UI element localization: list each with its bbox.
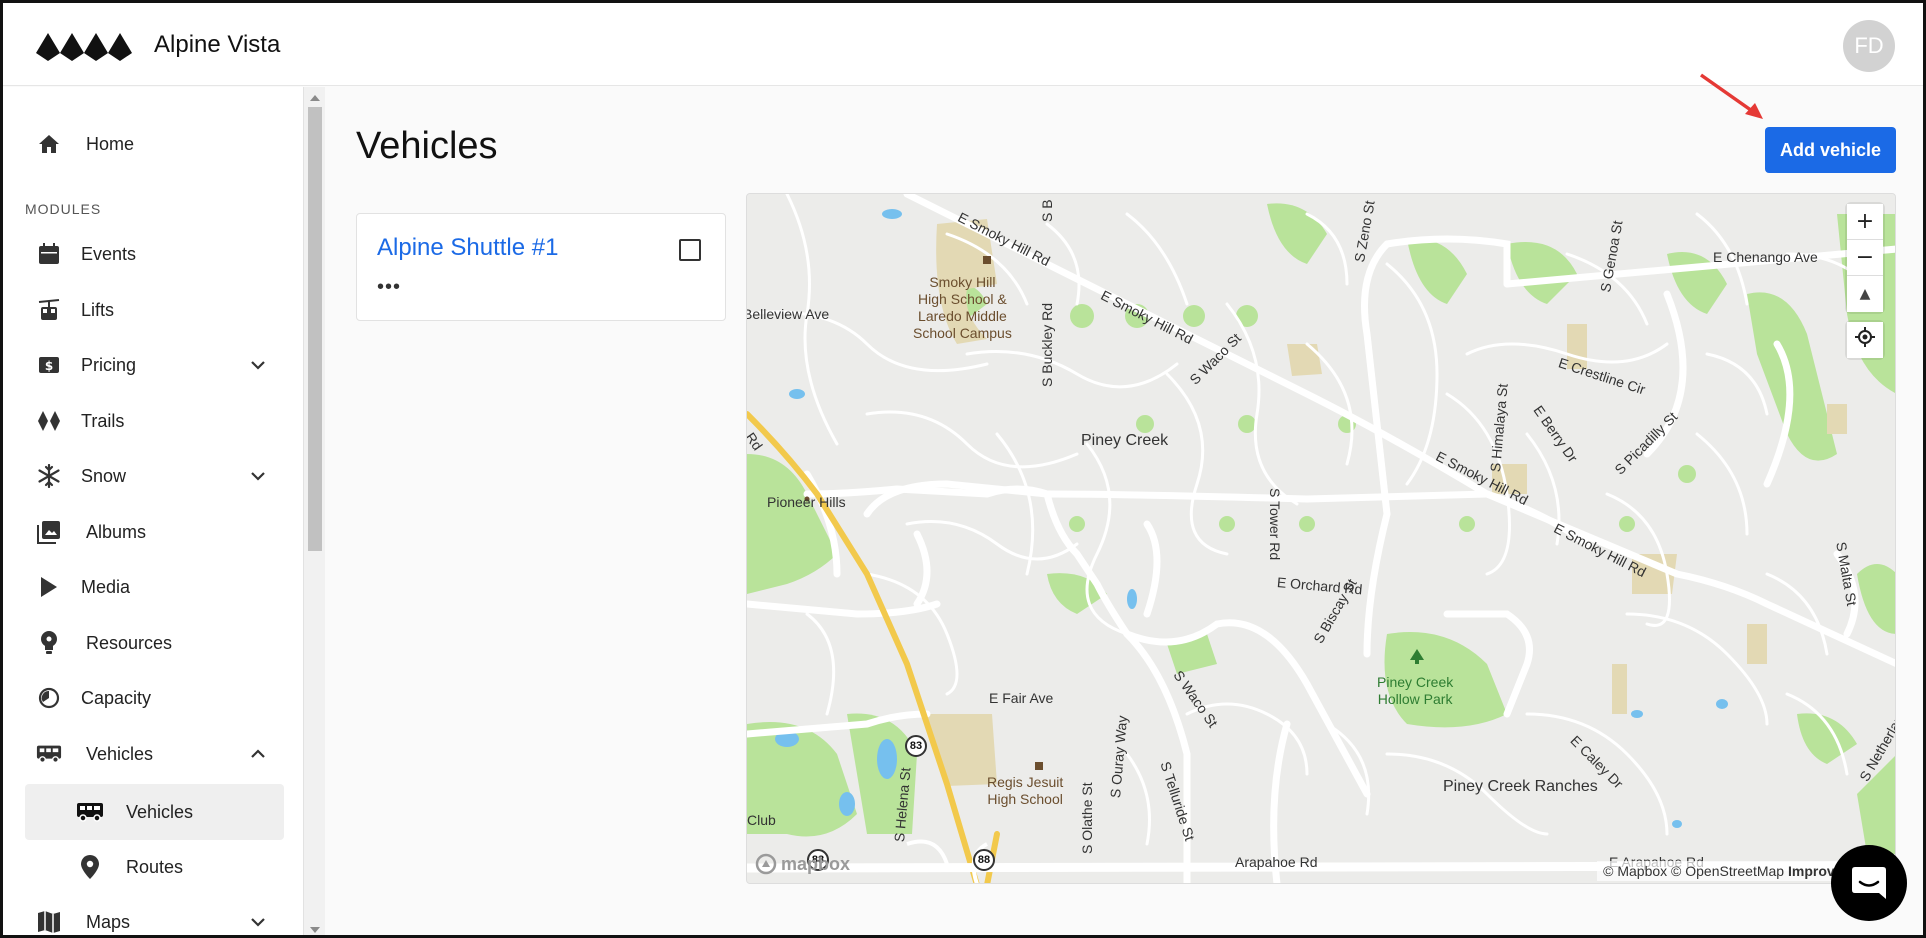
sidebar-item-label: Media <box>81 576 131 597</box>
vehicle-map[interactable]: E Smoky Hill Rd E Smoky Hill Rd E Smoky … <box>746 193 1896 884</box>
map-street-label: E Chenango Ave <box>1713 249 1818 265</box>
map-street-label: Arapahoe Rd <box>1235 854 1318 870</box>
sidebar-item-snow[interactable]: Snow <box>3 449 303 503</box>
annotation-arrow-icon <box>1699 73 1763 119</box>
page-title: Vehicles <box>356 125 498 167</box>
map-street-label: S Olathe St <box>1079 782 1095 854</box>
sidebar-item-label: Pricing <box>81 354 137 375</box>
map-geolocate-control <box>1847 322 1883 358</box>
chevron-down-icon[interactable] <box>249 913 267 931</box>
mapbox-logo[interactable]: mapbox <box>755 853 850 875</box>
map-park-label: Piney Creek Hollow Park <box>1377 674 1454 707</box>
add-vehicle-button[interactable]: Add vehicle <box>1765 127 1896 173</box>
geolocate-button[interactable] <box>1847 322 1883 358</box>
chat-bubble-icon <box>1852 867 1886 899</box>
map-poi-label: Regis Jesuit High School <box>987 774 1064 807</box>
sidebar-item-vehicles[interactable]: Vehicles <box>3 727 303 781</box>
compass-button[interactable]: ▲ <box>1847 276 1883 312</box>
sidebar-item-home[interactable]: Home <box>3 117 303 171</box>
more-options-button[interactable]: ••• <box>377 276 401 299</box>
scroll-up-arrow[interactable] <box>310 95 320 101</box>
map-place-label: Piney Creek Ranches <box>1443 778 1598 795</box>
lightbulb-icon <box>36 630 62 656</box>
sidebar-item-albums[interactable]: Albums <box>3 505 303 559</box>
highway-shield: 88 <box>973 849 995 871</box>
chevron-down-icon[interactable] <box>249 467 267 485</box>
sidebar: Home MODULES Events Lifts $ Pricing Trai… <box>3 87 303 935</box>
svg-text:$: $ <box>45 359 53 373</box>
bus-icon <box>36 741 62 767</box>
gondola-icon <box>36 297 62 323</box>
sidebar-item-label: Capacity <box>81 687 152 708</box>
mapbox-logo-icon <box>755 853 777 875</box>
sidebar-item-label: Lifts <box>81 299 115 320</box>
scroll-down-arrow[interactable] <box>310 927 320 933</box>
highway-shield: 83 <box>905 735 927 757</box>
sidebar-subitem-vehicles[interactable]: Vehicles <box>25 784 284 840</box>
sidebar-item-resources[interactable]: Resources <box>3 616 303 670</box>
chevron-down-icon[interactable] <box>249 356 267 374</box>
zoom-in-button[interactable]: + <box>1847 204 1883 240</box>
vehicle-name-link[interactable]: Alpine Shuttle #1 <box>377 234 558 262</box>
gauge-icon <box>36 685 62 711</box>
sidebar-item-trails[interactable]: Trails <box>3 394 303 448</box>
map-poi-label: Smoky Hill High School & Laredo Middle S… <box>913 274 1012 341</box>
user-avatar[interactable]: FD <box>1843 20 1895 72</box>
photo-album-icon <box>36 519 62 545</box>
sidebar-item-events[interactable]: Events <box>3 227 303 281</box>
map-street-label: S Tower Rd <box>1267 488 1283 561</box>
sidebar-item-maps[interactable]: Maps <box>3 895 303 935</box>
map-zoom-controls: + − ▲ <box>1847 204 1883 312</box>
chat-launcher-button[interactable] <box>1831 845 1907 921</box>
map-street-label: S B <box>1039 199 1055 222</box>
app-window: Alpine Vista FD Home MODULES Events Lift… <box>0 0 1926 938</box>
attribution-copyright[interactable]: © Mapbox © OpenStreetMap <box>1603 863 1788 879</box>
sidebar-item-label: Albums <box>86 521 147 542</box>
sidebar-scrollbar[interactable] <box>303 87 325 935</box>
mapbox-logo-text: mapbox <box>781 853 851 874</box>
app-title: Alpine Vista <box>154 31 281 58</box>
play-icon <box>36 574 62 600</box>
sidebar-item-label: Home <box>86 133 135 154</box>
chevron-up-icon[interactable] <box>249 745 267 763</box>
map-place-label: Pioneer Hills <box>767 494 846 510</box>
sidebar-item-label: Maps <box>86 911 131 932</box>
scrollbar-thumb[interactable] <box>308 107 322 551</box>
map-attribution[interactable]: © Mapbox © OpenStreetMap Improve t <box>1597 861 1857 881</box>
sidebar-item-label: Trails <box>81 410 125 431</box>
map-street-label: S Buckley Rd <box>1039 302 1055 387</box>
sidebar-subitem-label: Routes <box>126 856 184 877</box>
sidebar-item-lifts[interactable]: Lifts <box>3 283 303 337</box>
snowflake-icon <box>36 463 62 489</box>
alpine-vista-logo[interactable] <box>36 27 136 65</box>
map-street-label: E Fair Ave <box>989 690 1054 706</box>
top-bar: Alpine Vista FD <box>3 3 1923 86</box>
sidebar-item-label: Snow <box>81 465 127 486</box>
sidebar-subitem-routes[interactable]: Routes <box>25 839 284 895</box>
sidebar-item-label: Resources <box>86 632 173 653</box>
dollar-icon: $ <box>36 352 62 378</box>
location-pin-icon <box>75 854 105 880</box>
diamond-icon <box>36 408 62 434</box>
vehicle-select-checkbox[interactable] <box>679 239 701 261</box>
map-place-label: Piney Creek <box>1081 432 1169 449</box>
map-icon <box>36 909 62 935</box>
sidebar-item-label: Events <box>81 243 137 264</box>
crosshair-icon <box>1855 327 1875 347</box>
calendar-icon <box>36 241 62 267</box>
map-street-label: Belleview Ave <box>746 306 830 322</box>
vehicle-card[interactable]: Alpine Shuttle #1 ••• <box>356 213 726 321</box>
sidebar-item-pricing[interactable]: $ Pricing <box>3 338 303 392</box>
zoom-out-button[interactable]: − <box>1847 240 1883 276</box>
home-icon <box>36 131 62 157</box>
sidebar-subitem-label: Vehicles <box>126 801 194 822</box>
sidebar-item-label: Vehicles <box>86 743 154 764</box>
bus-icon <box>75 799 105 825</box>
modules-section-label: MODULES <box>25 201 102 217</box>
sidebar-item-media[interactable]: Media <box>3 560 303 614</box>
sidebar-item-capacity[interactable]: Capacity <box>3 671 303 725</box>
map-place-label: Club <box>747 812 776 828</box>
